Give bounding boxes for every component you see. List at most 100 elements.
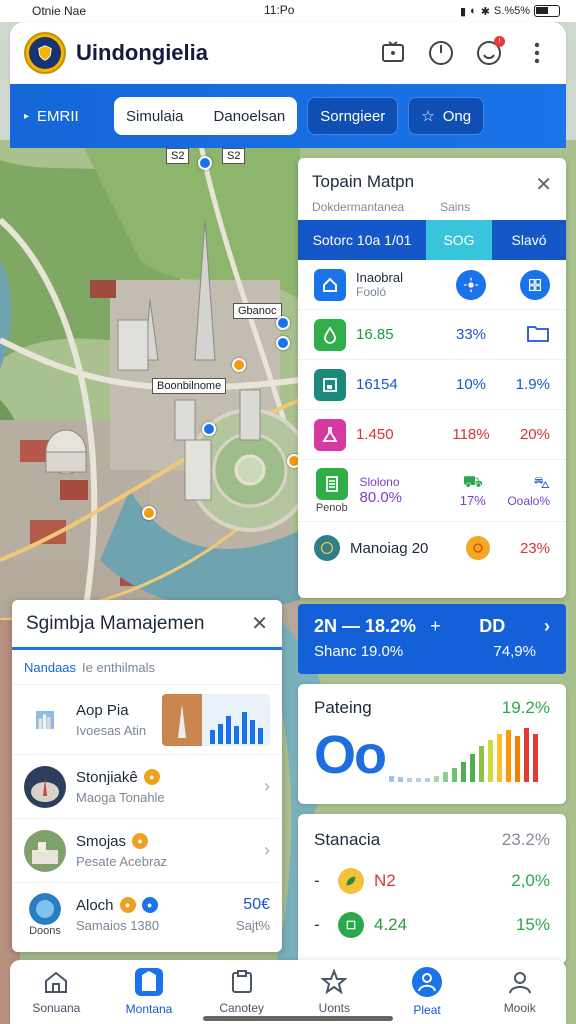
row-percent-2: 20% [519,426,550,443]
segment-option[interactable]: Danoelsan [214,108,286,125]
person-icon [412,967,443,997]
list-item-amount: 50€ [243,896,270,913]
info-row[interactable]: Penob Slolono 80.0% ⛟ 17% ⛍ Ooalo% [298,460,566,522]
rating-bars [389,728,538,782]
map-pin-icon[interactable] [142,506,156,520]
list-item[interactable]: Smojas ● Pesate Acebraz › [12,818,282,882]
row-col3: ⛍ Ooalo% [507,474,550,508]
stats-card[interactable]: Stanacia 23.2% - N2 2,0% - 4.24 15% [298,814,566,964]
segment-option[interactable]: Simulaia [126,108,184,125]
map-badge[interactable]: S2 [166,148,190,164]
list-item[interactable]: Aop Pia Ivoesas Atin [12,684,282,754]
bar-mark [515,736,520,782]
row-title: Inaobral [356,270,403,285]
row-percent-2: Ooalo% [507,493,551,508]
list-item[interactable]: Stonjiakê ● Maoga Tonahle › [12,754,282,818]
info-row[interactable]: Inaobral Fooló [298,260,566,310]
list-item-name: Stonjiakê [76,768,138,786]
tab-date[interactable]: Sotorc 10a 1/01 [298,220,426,260]
nav-item-pleat[interactable]: Pleat [381,960,474,1024]
clock-icon [429,41,453,65]
list-item[interactable]: Doons Aloch ● ● Samaios 1380 50€ Sajt% [12,882,282,946]
nav-item-montana[interactable]: Montana [103,960,196,1024]
row-label: Inaobral Fooló [346,270,436,299]
badge-icon: ● [132,833,149,849]
list-item-name: Aloch [76,896,114,914]
stats-header: Stanacia 23.2% [314,830,550,850]
more-menu-button[interactable] [522,38,552,68]
map-pin-icon[interactable] [198,156,212,170]
mode-segment[interactable]: Simulaia Danoelsan [114,97,298,135]
info-row[interactable]: 1.450 118% 20% [298,410,566,460]
info-panel-footer[interactable]: Manoiag 20 23% [298,522,566,574]
bar-mark [416,778,421,782]
close-icon[interactable]: ✕ [535,172,552,197]
bar-mark [461,762,466,782]
sun-icon [456,269,486,300]
star-icon: ☆ [421,108,435,125]
nav-item-home[interactable]: Sonuana [10,960,103,1024]
info-row[interactable]: 16154 10% 1.9% [298,360,566,410]
stats-row[interactable]: - 4.24 15% [314,912,550,938]
map-label[interactable]: Boonbilnome [152,378,227,394]
map-label[interactable]: Gbanoc [233,303,282,319]
rating-card[interactable]: Pateing 19.2% Oo [298,684,566,804]
list-item-title: Smojas ● [76,833,264,850]
profile-icon [508,972,531,994]
tab-sog[interactable]: SOG [426,220,492,260]
bar-mark [533,734,538,782]
menu-dropdown[interactable]: ▸ EMRII [24,108,104,125]
app-logo[interactable] [24,32,66,74]
list-item-meta: Maoga Tonahle [76,789,165,805]
chevron-right-icon[interactable]: › [264,776,270,797]
stats-title: Stanacia [314,830,381,849]
avatar-with-caption: Doons [24,892,66,937]
dash-icon: - [314,915,320,934]
chevron-right-icon[interactable]: › [544,616,550,637]
nav-item-mooik[interactable]: Mooik [473,960,566,1024]
notification-badge: ! [494,36,505,47]
list-item-text: Stonjiakê ● Maoga Tonahle [76,769,264,805]
nav-label: Mooik [503,1001,536,1015]
row-value: 1.450 [356,426,394,443]
tab-slavo[interactable]: Slavó [492,220,566,260]
map-pin-icon[interactable] [276,336,290,350]
summary-bottom: Shanc 19.0% 74,9% [314,643,550,660]
bar-mark [488,740,493,782]
map-badge[interactable]: S2 [222,148,246,164]
chevron-right-icon[interactable]: › [264,840,270,861]
app-header: Uindongielia ! [10,22,566,84]
document-icon [315,467,348,500]
info-row[interactable]: 16.85 33% [298,310,566,360]
list-item-meta: Pesate Acebraz [76,853,168,869]
info-panel-title: Topain Matpn [312,172,415,191]
map-pin-icon[interactable] [202,422,216,436]
clipboard-icon [231,970,252,993]
app-title: Uindongielia [76,40,208,65]
home-indicator[interactable] [203,1016,393,1021]
summary-card[interactable]: 2N — 18.2% + DD › Shanc 19.0% 74,9% [298,604,566,674]
globe-icon [314,535,340,561]
rating-percent: 19.2% [501,698,550,717]
rating-header: Pateing 19.2% [314,698,550,718]
stats-row-percent: 15% [515,915,550,934]
close-icon[interactable]: ✕ [251,611,268,636]
bar-mark [425,778,430,782]
profile-button[interactable]: ! [474,36,505,68]
bar-mark [452,768,457,782]
avatar [29,892,61,925]
map-pin-icon[interactable] [232,358,246,372]
device-button[interactable] [378,38,408,68]
sheet-subtitle-rest: Ie enthilmals [82,659,156,675]
favorite-button[interactable]: ☆ Ong [408,97,485,135]
nav-item-canotey[interactable]: Canotey [195,960,288,1024]
stats-row[interactable]: - N2 2,0% [314,868,550,894]
info-panel: Topain Matpn Dokdermantanea Sains ✕ Soto… [298,158,566,598]
bar-mark [479,746,484,782]
map-pin-icon[interactable] [276,316,290,330]
timer-button[interactable] [426,38,456,68]
shield-icon [38,45,52,61]
toolbar-button[interactable]: Sorngieer [307,97,399,135]
nav-item-uonts[interactable]: Uonts [288,960,381,1024]
grid-icon [520,269,550,300]
